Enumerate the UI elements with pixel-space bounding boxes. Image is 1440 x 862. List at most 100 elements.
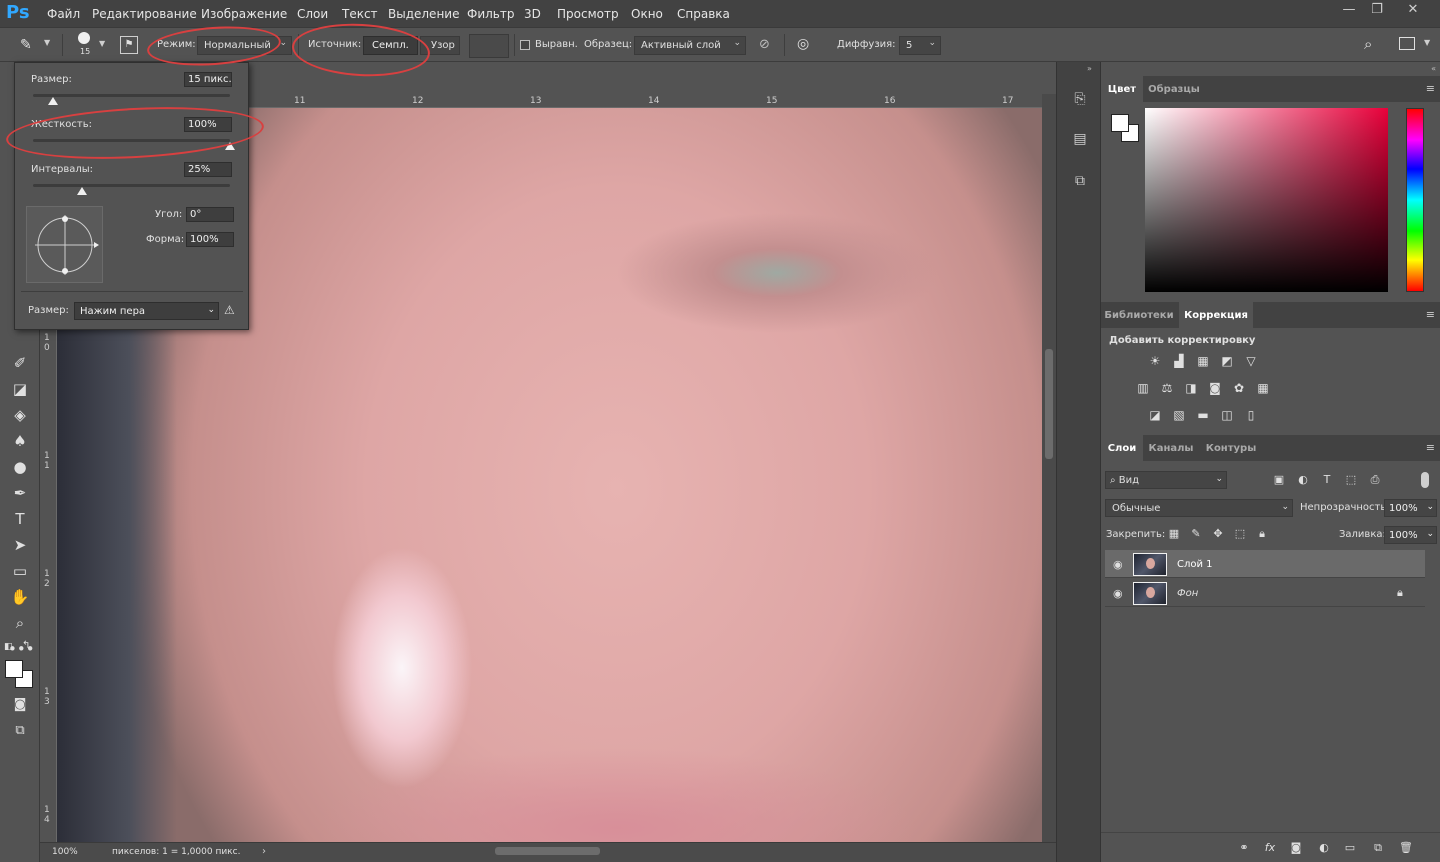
foreground-color-swatch[interactable] (5, 660, 23, 678)
screen-mode-icon[interactable]: ⧉ (8, 720, 32, 742)
blur-tool-icon[interactable]: ♠ (8, 430, 32, 452)
panel-menu-icon[interactable]: ≡ (1426, 308, 1435, 321)
color-balance-icon[interactable]: ⚖ (1159, 381, 1175, 395)
menu-view[interactable]: Просмотр (557, 7, 619, 21)
posterize-icon[interactable]: ▧ (1171, 408, 1187, 422)
angle-field[interactable]: 0° (186, 207, 234, 222)
clone-source-panel-icon[interactable]: ⧉ (1069, 170, 1091, 192)
healing-brush-icon[interactable]: ✎ (20, 37, 32, 53)
hand-tool-icon[interactable]: ✋ (8, 586, 32, 608)
eraser-tool-icon[interactable]: ◪ (8, 378, 32, 400)
new-layer-icon[interactable]: ⧉ (1371, 841, 1385, 855)
blend-mode-select[interactable]: Обычные ⌄ (1105, 499, 1293, 517)
swap-colors-icon[interactable]: ↰ (22, 640, 30, 651)
curves-icon[interactable]: ▦ (1195, 354, 1211, 368)
hardness-slider[interactable] (33, 139, 230, 142)
selective-color-icon[interactable]: ◫ (1219, 408, 1235, 422)
sample-select[interactable]: Активный слой ⌄ (634, 36, 746, 55)
rectangle-tool-icon[interactable]: ▭ (8, 560, 32, 582)
angle-roundness-preview[interactable] (26, 206, 103, 283)
hue-slider[interactable] (1406, 108, 1424, 292)
filter-smart-object-icon[interactable]: ⎙ (1368, 473, 1382, 487)
tab-swatches[interactable]: Образцы (1145, 76, 1203, 102)
workspace-icon[interactable] (1399, 37, 1415, 50)
aligned-checkbox[interactable] (520, 40, 530, 50)
lock-position-icon[interactable]: ✥ (1211, 527, 1225, 541)
tab-libraries[interactable]: Библиотеки (1101, 302, 1177, 328)
spacing-slider[interactable] (33, 184, 230, 187)
tab-channels[interactable]: Каналы (1145, 435, 1197, 461)
vertical-scrollbar[interactable] (1042, 94, 1056, 842)
fill-field[interactable]: 100% ⌄ (1384, 526, 1437, 544)
layer-row[interactable]: ◉ Слой 1 (1105, 550, 1425, 578)
chevron-down-icon[interactable]: ▼ (1424, 38, 1430, 47)
new-adjustment-layer-icon[interactable]: ◐ (1317, 841, 1331, 855)
brightness-icon[interactable]: ☀ (1147, 354, 1163, 368)
horizontal-scrollbar[interactable] (280, 844, 1040, 858)
path-selection-tool-icon[interactable]: ➤ (8, 534, 32, 556)
chevron-down-icon[interactable]: ▼ (44, 38, 50, 47)
color-panel-foreground-swatch[interactable] (1111, 114, 1129, 132)
pressure-size-icon[interactable]: ◎ (797, 36, 809, 52)
photo-filter-icon[interactable]: ◙ (1207, 381, 1223, 395)
menu-help[interactable]: Справка (677, 7, 730, 21)
menu-type[interactable]: Текст (342, 7, 378, 21)
tab-adjustments[interactable]: Коррекция (1179, 302, 1253, 328)
horizontal-scroll-thumb[interactable] (495, 847, 600, 855)
default-colors-icon[interactable]: ◧ (4, 642, 14, 652)
layer-row[interactable]: ◉ Фон 🔒︎ (1105, 579, 1425, 607)
roundness-field[interactable]: 100% (186, 232, 234, 247)
hardness-slider-knob[interactable] (225, 142, 235, 150)
lock-artboard-icon[interactable]: ⬚ (1233, 527, 1247, 541)
collapse-arrows-icon[interactable]: » (1087, 64, 1092, 73)
brush-preview-icon[interactable] (78, 32, 90, 44)
menu-filter[interactable]: Фильтр (467, 7, 514, 21)
vertical-scroll-thumb[interactable] (1045, 349, 1053, 459)
lock-all-icon[interactable]: 🔒︎ (1255, 527, 1269, 541)
search-icon[interactable]: ⌕ (1364, 35, 1372, 53)
pattern-picker[interactable] (469, 34, 509, 58)
restore-button[interactable]: ❐ (1362, 0, 1392, 22)
ignore-adjustment-layers-icon[interactable]: ⊘ (759, 37, 770, 52)
filter-adjustment-icon[interactable]: ◐ (1296, 473, 1310, 487)
tab-layers[interactable]: Слои (1101, 435, 1143, 461)
new-group-icon[interactable]: ▭ (1343, 841, 1357, 855)
layer-name[interactable]: Слой 1 (1177, 559, 1213, 570)
spacing-field[interactable]: 25% (184, 162, 232, 177)
add-mask-icon[interactable]: ◙ (1289, 841, 1303, 855)
menu-layers[interactable]: Слои (297, 7, 328, 21)
actions-panel-icon[interactable]: ▤ (1069, 128, 1091, 150)
delete-layer-icon[interactable]: 🗑︎ (1399, 841, 1413, 855)
filter-toggle-switch[interactable] (1421, 472, 1429, 488)
levels-icon[interactable]: ▟ (1171, 354, 1187, 368)
minimize-button[interactable]: — (1334, 0, 1364, 22)
pen-tool-icon[interactable]: ✒ (8, 482, 32, 504)
size-field[interactable]: 15 пикс. (184, 72, 232, 87)
source-sampled-button[interactable]: Семпл. (363, 36, 418, 55)
history-panel-icon[interactable]: ⎘ (1069, 88, 1091, 110)
fx-icon[interactable]: fx (1263, 841, 1277, 855)
opacity-field[interactable]: 100% ⌄ (1384, 499, 1437, 517)
tab-color[interactable]: Цвет (1101, 76, 1143, 102)
threshold-icon[interactable]: ▬ (1195, 408, 1211, 422)
dodge-tool-icon[interactable]: ● (8, 456, 32, 478)
panel-menu-icon[interactable]: ≡ (1426, 82, 1435, 95)
gradient-map-icon[interactable]: ▯ (1243, 408, 1259, 422)
hardness-field[interactable]: 100% (184, 117, 232, 132)
black-white-icon[interactable]: ◨ (1183, 381, 1199, 395)
invert-icon[interactable]: ◪ (1147, 408, 1163, 422)
menu-3d[interactable]: 3D (524, 7, 541, 21)
tab-paths[interactable]: Контуры (1201, 435, 1261, 461)
eye-icon[interactable]: ◉ (1113, 587, 1127, 600)
channel-mixer-icon[interactable]: ✿ (1231, 381, 1247, 395)
filter-shape-icon[interactable]: ⬚ (1344, 473, 1358, 487)
close-button[interactable]: ✕ (1398, 0, 1428, 22)
color-lookup-icon[interactable]: ▦ (1255, 381, 1271, 395)
clone-source-panel-icon[interactable]: ⚑ (120, 36, 138, 54)
chevron-right-icon[interactable]: › (262, 846, 266, 857)
size-slider[interactable] (33, 94, 230, 97)
zoom-level[interactable]: 100% (52, 847, 78, 857)
vibrance-icon[interactable]: ▽ (1243, 354, 1259, 368)
type-tool-icon[interactable]: T (8, 508, 32, 530)
lock-transparency-icon[interactable]: ▦ (1167, 527, 1181, 541)
